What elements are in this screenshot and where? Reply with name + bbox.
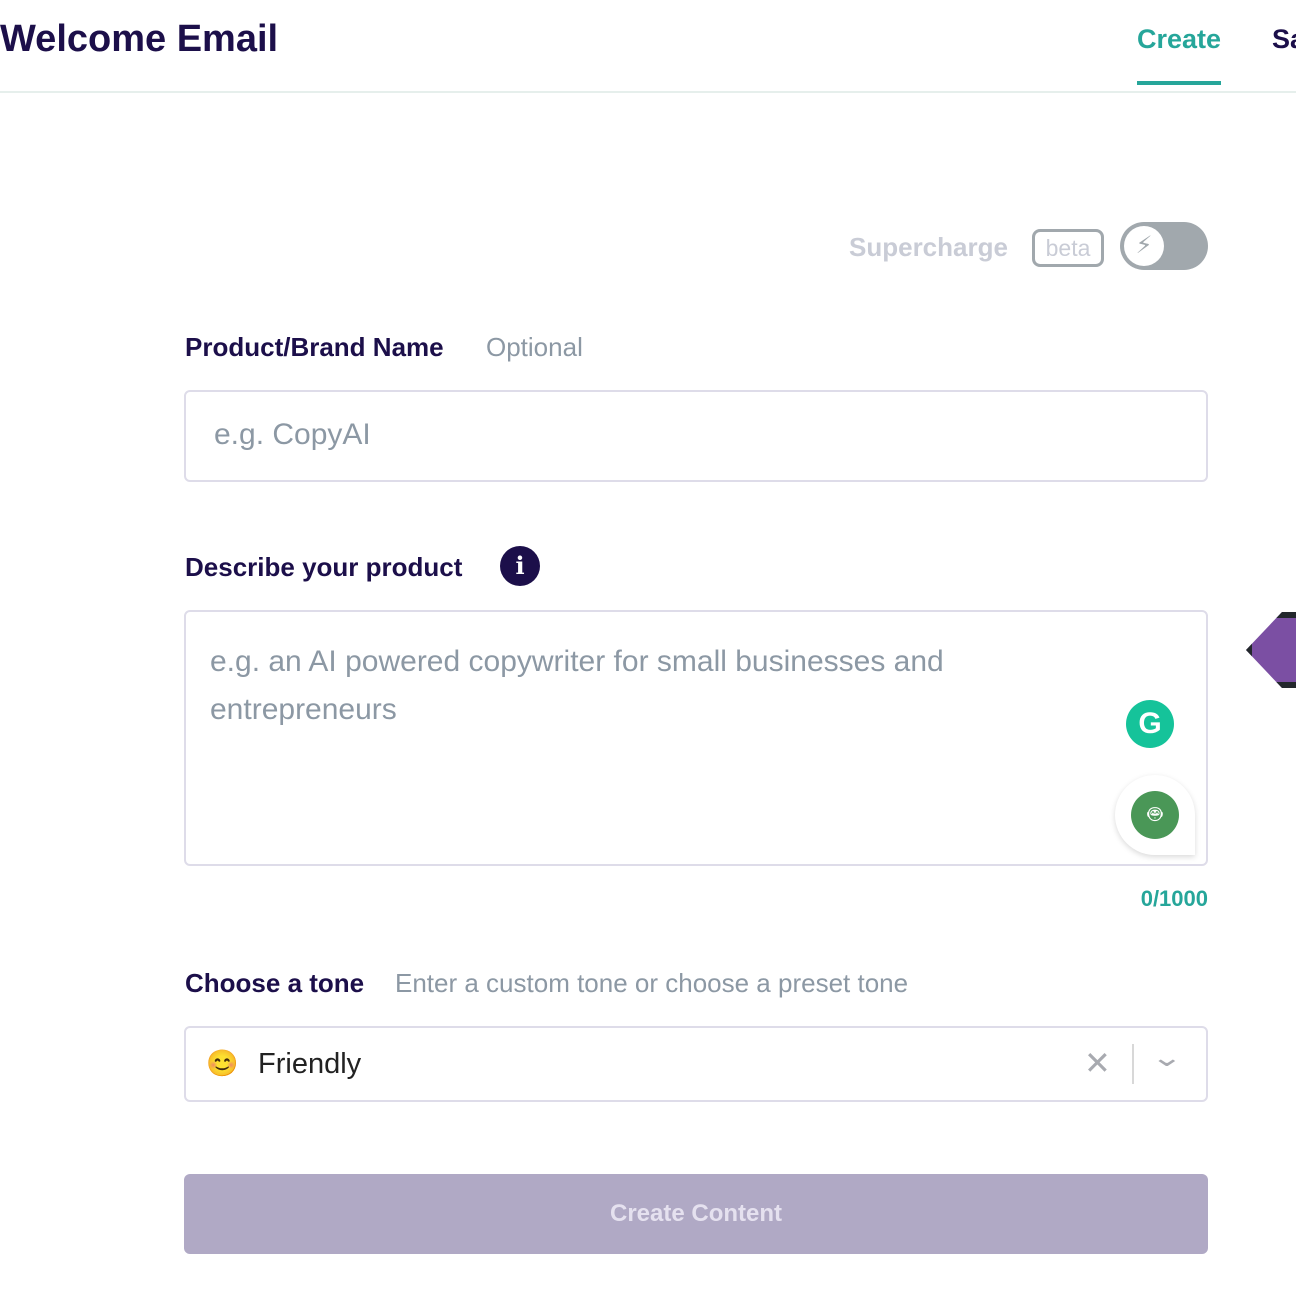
- supercharge-label: Supercharge: [849, 232, 1008, 262]
- tone-label: Choose a tone: [185, 968, 365, 998]
- smile-emoji-icon: 😊: [206, 1048, 239, 1078]
- beta-badge: beta: [1032, 229, 1104, 267]
- grammarly-icon[interactable]: G: [1126, 700, 1174, 748]
- page-title: Welcome Email: [0, 18, 279, 60]
- header: Welcome Email Create Sa: [0, 0, 1296, 93]
- tone-value: Friendly: [258, 1048, 362, 1080]
- description-textarea[interactable]: [210, 638, 1030, 838]
- description-field[interactable]: [184, 610, 1208, 866]
- describe-label: Describe your product: [185, 552, 463, 582]
- optional-hint: Optional: [486, 332, 583, 362]
- tone-hint: Enter a custom tone or choose a preset t…: [395, 968, 909, 998]
- info-icon[interactable]: i: [500, 546, 540, 586]
- divider: [1132, 1044, 1134, 1084]
- clear-icon[interactable]: ✕: [1084, 1044, 1111, 1082]
- chevron-down-icon[interactable]: ⌄: [1151, 1042, 1184, 1073]
- supercharge-toggle[interactable]: ⚡︎: [1120, 222, 1208, 270]
- lightning-icon: ⚡︎: [1124, 226, 1164, 266]
- product-name-field[interactable]: [184, 390, 1208, 482]
- product-name-input[interactable]: [214, 418, 1178, 452]
- side-arrow-icon[interactable]: [1246, 612, 1296, 688]
- create-content-button[interactable]: Create Content: [184, 1174, 1208, 1254]
- robot-assistant-button[interactable]: 🤖︎: [1115, 775, 1195, 855]
- tone-select[interactable]: 😊 Friendly ✕ ⌄: [184, 1026, 1208, 1102]
- character-counter: 0/1000: [1140, 886, 1208, 911]
- product-name-label: Product/Brand Name: [185, 332, 444, 362]
- tab-create[interactable]: Create: [1137, 24, 1222, 85]
- robot-icon: 🤖︎: [1131, 791, 1179, 839]
- tab-saved[interactable]: Sa: [1272, 24, 1296, 55]
